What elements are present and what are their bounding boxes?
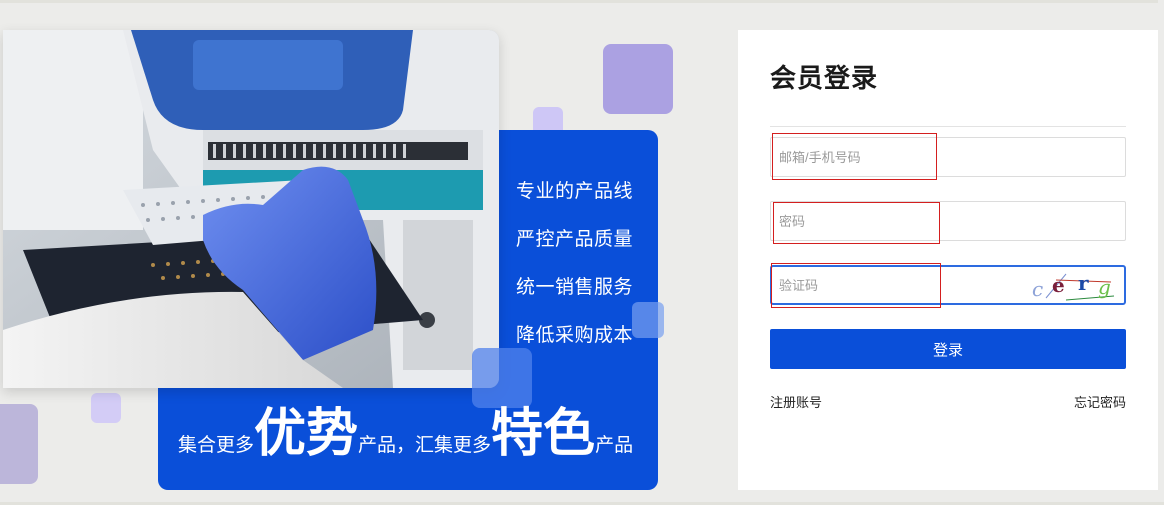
login-title: 会员登录 <box>770 64 879 94</box>
slogan-highlight: 优势 <box>254 404 359 464</box>
frame-right-border <box>1158 0 1164 505</box>
svg-text:c: c <box>1032 277 1043 301</box>
slogan-highlight: 特色 <box>491 404 596 464</box>
forgot-password-link[interactable]: 忘记密码 <box>1074 392 1126 411</box>
banner-slogan: 集合更多 优势 产品，汇集更多 特色 产品 <box>178 404 658 464</box>
decor-square-bottom <box>91 393 121 423</box>
title-divider <box>770 126 1126 127</box>
email-field-wrapper <box>770 137 1126 177</box>
feature-item: 统一销售服务 <box>516 276 634 298</box>
lab-photo <box>3 30 499 388</box>
slogan-text: 产品 <box>595 434 634 456</box>
login-button[interactable]: 登录 <box>770 329 1126 369</box>
svg-text:g: g <box>1098 275 1111 299</box>
feature-item: 降低采购成本 <box>516 324 634 346</box>
register-link[interactable]: 注册账号 <box>770 392 822 411</box>
captcha-image[interactable]: c e r g <box>1026 270 1116 302</box>
feature-item: 专业的产品线 <box>516 180 634 202</box>
feature-item: 严控产品质量 <box>516 228 634 250</box>
slogan-text: 产品，汇集更多 <box>358 434 492 456</box>
frame-top-border <box>0 0 1164 3</box>
password-field-wrapper <box>770 201 1126 241</box>
feature-list: 专业的产品线 严控产品质量 统一销售服务 降低采购成本 <box>516 172 656 364</box>
svg-text:r: r <box>1078 271 1089 295</box>
decor-square-large <box>603 44 673 114</box>
password-input[interactable] <box>771 202 1125 240</box>
lab-machine-image <box>3 30 499 388</box>
slogan-text: 集合更多 <box>178 434 255 456</box>
email-phone-input[interactable] <box>771 138 1125 176</box>
captcha-field-wrapper: c e r g <box>770 265 1126 305</box>
svg-text:e: e <box>1052 273 1065 297</box>
decor-square-left <box>0 404 38 484</box>
login-panel: 会员登录 c e r g 登录 注册账号 忘记密码 <box>738 30 1158 490</box>
